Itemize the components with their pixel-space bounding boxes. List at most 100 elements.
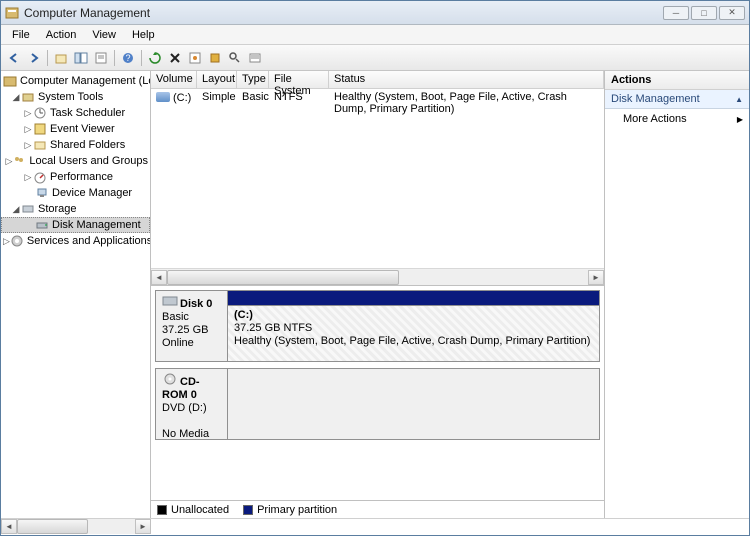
disk-name: Disk 0 bbox=[180, 298, 212, 310]
disk-row-disk0[interactable]: Disk 0 Basic 37.25 GB Online (C:) 37.25 … bbox=[155, 290, 600, 362]
cdrom-icon bbox=[162, 373, 178, 385]
vol-status: Healthy (System, Boot, Page File, Active… bbox=[329, 90, 604, 116]
menu-file[interactable]: File bbox=[5, 27, 37, 43]
disk-row-cdrom[interactable]: CD-ROM 0 DVD (D:) No Media bbox=[155, 368, 600, 440]
tree-task-scheduler[interactable]: ▷Task Scheduler bbox=[1, 105, 150, 121]
actions-title: Actions bbox=[605, 71, 749, 90]
scroll-left-button[interactable]: ◄ bbox=[151, 270, 167, 285]
actions-section[interactable]: Disk Management▲ bbox=[605, 90, 749, 109]
forward-button[interactable] bbox=[25, 49, 43, 67]
close-button[interactable]: ✕ bbox=[719, 6, 745, 20]
tree-root[interactable]: Computer Management (Local bbox=[1, 73, 150, 89]
tree-label: Shared Folders bbox=[50, 139, 125, 151]
svg-text:?: ? bbox=[125, 53, 130, 63]
maximize-button[interactable]: □ bbox=[691, 6, 717, 20]
center-pane: Volume Layout Type File System Status (C… bbox=[151, 71, 605, 518]
vol-desc: 37.25 GB NTFS bbox=[234, 322, 312, 334]
actions-pane: Actions Disk Management▲ More Actions ▶ bbox=[605, 71, 749, 518]
legend-unallocated-swatch bbox=[157, 505, 167, 515]
volume-list-header: Volume Layout Type File System Status bbox=[151, 71, 604, 89]
cdrom-label: CD-ROM 0 DVD (D:) No Media bbox=[156, 369, 228, 439]
tree-local-users[interactable]: ▷Local Users and Groups bbox=[1, 153, 150, 169]
properties-button[interactable] bbox=[92, 49, 110, 67]
disk-graphic-pane[interactable]: Disk 0 Basic 37.25 GB Online (C:) 37.25 … bbox=[151, 286, 604, 500]
actions-more-label: More Actions bbox=[623, 113, 687, 125]
col-type[interactable]: Type bbox=[237, 71, 269, 88]
minimize-button[interactable]: ─ bbox=[663, 6, 689, 20]
tree-label: Event Viewer bbox=[50, 123, 115, 135]
menu-help[interactable]: Help bbox=[125, 27, 162, 43]
help-button[interactable]: ? bbox=[119, 49, 137, 67]
tree-performance[interactable]: ▷Performance bbox=[1, 169, 150, 185]
tree-shared-folders[interactable]: ▷Shared Folders bbox=[1, 137, 150, 153]
volume-bar bbox=[228, 291, 599, 305]
tree-system-tools[interactable]: ◢System Tools bbox=[1, 89, 150, 105]
disk0-label: Disk 0 Basic 37.25 GB Online bbox=[156, 291, 228, 361]
toolbar: ? bbox=[1, 45, 749, 71]
chevron-right-icon: ▶ bbox=[737, 115, 743, 124]
up-button[interactable] bbox=[52, 49, 70, 67]
volume-list[interactable]: Volume Layout Type File System Status (C… bbox=[151, 71, 604, 286]
actions-section-label: Disk Management bbox=[611, 93, 700, 105]
disk-state: Online bbox=[162, 337, 194, 349]
hard-disk-icon bbox=[162, 295, 178, 307]
vol-name: (C:) bbox=[173, 92, 191, 104]
scroll-thumb[interactable] bbox=[167, 270, 399, 285]
menu-view[interactable]: View bbox=[85, 27, 123, 43]
delete-icon[interactable] bbox=[166, 49, 184, 67]
back-button[interactable] bbox=[5, 49, 23, 67]
tree-storage[interactable]: ◢Storage bbox=[1, 201, 150, 217]
vol-label: (C:) bbox=[234, 309, 253, 321]
cdrom-media: No Media bbox=[162, 428, 209, 440]
cdrom-type: DVD (D:) bbox=[162, 402, 207, 414]
legend-unallocated: Unallocated bbox=[171, 504, 229, 516]
cdrom-empty bbox=[228, 369, 599, 439]
legend-primary-swatch bbox=[243, 505, 253, 515]
vol-status-text: Healthy (System, Boot, Page File, Active… bbox=[234, 335, 590, 347]
tree-label: Performance bbox=[50, 171, 113, 183]
action-icon[interactable] bbox=[206, 49, 224, 67]
disk0-volume[interactable]: (C:) 37.25 GB NTFS Healthy (System, Boot… bbox=[228, 291, 599, 361]
tree-disk-management[interactable]: Disk Management bbox=[1, 217, 150, 233]
tree-label: Disk Management bbox=[52, 219, 141, 231]
tree-event-viewer[interactable]: ▷Event Viewer bbox=[1, 121, 150, 137]
tree-device-manager[interactable]: Device Manager bbox=[1, 185, 150, 201]
settings-icon[interactable] bbox=[186, 49, 204, 67]
tree-label: Services and Applications bbox=[27, 235, 151, 247]
tree-scroll-left[interactable]: ◄ bbox=[1, 519, 17, 534]
col-volume[interactable]: Volume bbox=[151, 71, 197, 88]
show-hide-tree-button[interactable] bbox=[72, 49, 90, 67]
tree-root-label: Computer Management (Local bbox=[20, 75, 151, 87]
tree-pane[interactable]: Computer Management (Local ◢System Tools… bbox=[1, 71, 151, 518]
tree-label: Storage bbox=[38, 203, 77, 215]
tree-label: System Tools bbox=[38, 91, 103, 103]
list-icon[interactable] bbox=[246, 49, 264, 67]
vol-type: Basic bbox=[237, 90, 269, 116]
col-layout[interactable]: Layout bbox=[197, 71, 237, 88]
vol-layout: Simple bbox=[197, 90, 237, 116]
col-filesystem[interactable]: File System bbox=[269, 71, 329, 88]
find-icon[interactable] bbox=[226, 49, 244, 67]
refresh-icon[interactable] bbox=[146, 49, 164, 67]
window-title: Computer Management bbox=[24, 6, 663, 20]
titlebar: Computer Management ─ □ ✕ bbox=[1, 1, 749, 25]
menu-action[interactable]: Action bbox=[39, 27, 84, 43]
legend: Unallocated Primary partition bbox=[151, 500, 604, 518]
disk-size: 37.25 GB bbox=[162, 324, 208, 336]
tree-label: Local Users and Groups bbox=[29, 155, 148, 167]
scroll-right-button[interactable]: ► bbox=[588, 270, 604, 285]
col-status[interactable]: Status bbox=[329, 71, 604, 88]
legend-primary: Primary partition bbox=[257, 504, 337, 516]
actions-more[interactable]: More Actions ▶ bbox=[605, 109, 749, 129]
tree-scroll-right[interactable]: ► bbox=[135, 519, 151, 534]
vol-fs: NTFS bbox=[269, 90, 329, 116]
tree-hscroll[interactable]: ◄ ► bbox=[1, 518, 749, 535]
app-icon bbox=[5, 6, 19, 20]
disk-type: Basic bbox=[162, 311, 189, 323]
volume-hscroll[interactable]: ◄ ► bbox=[151, 268, 604, 285]
tree-scroll-thumb[interactable] bbox=[17, 519, 88, 534]
drive-icon bbox=[156, 92, 170, 102]
volume-row[interactable]: (C:) Simple Basic NTFS Healthy (System, … bbox=[151, 89, 604, 117]
tree-services-apps[interactable]: ▷Services and Applications bbox=[1, 233, 150, 249]
tree-label: Task Scheduler bbox=[50, 107, 125, 119]
